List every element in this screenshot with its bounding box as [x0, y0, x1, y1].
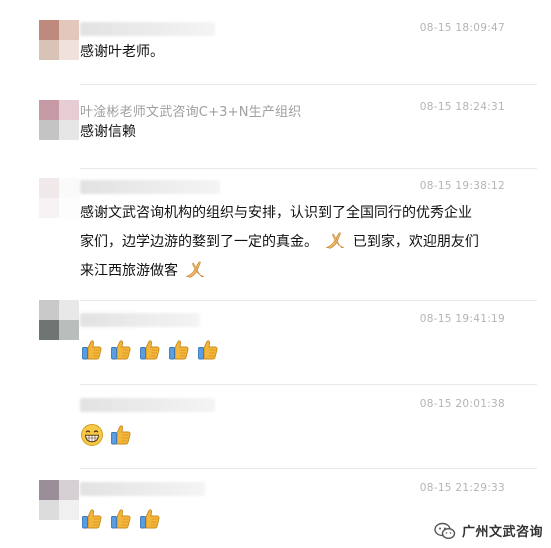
avatar-pixel: [59, 198, 79, 218]
comment-time: 08-15 18:09:47: [419, 22, 505, 34]
avatar-pixel: [59, 500, 79, 520]
avatar-pixel: [59, 40, 79, 60]
comment-time: 08-15 21:29:33: [419, 482, 505, 494]
comment-text-segment: 家们，边学边游的婺到了一定的真金。: [80, 234, 318, 250]
divider: [80, 300, 537, 301]
thumbs-up-emoji-icon: [138, 507, 162, 531]
thumbs-up-emoji-icon: [167, 338, 191, 362]
pray-emoji-icon: [324, 229, 346, 251]
watermark: 广州文武咨询: [434, 521, 543, 540]
avatar[interactable]: [39, 178, 79, 218]
avatar-pixel: [39, 120, 59, 140]
blurred-nickname: [80, 482, 205, 496]
comment-text-line: 感谢文武咨询机构的组织与安排，认识到了全国同行的优秀企业: [80, 205, 472, 221]
avatar-pixel: [59, 320, 79, 340]
avatar-pixel: [39, 20, 59, 40]
divider: [80, 468, 537, 469]
avatar-pixel: [59, 480, 79, 500]
avatar[interactable]: [39, 300, 79, 340]
comment-text: 感谢叶老师。: [80, 44, 164, 60]
avatar[interactable]: [39, 480, 79, 520]
blurred-nickname: [80, 180, 220, 194]
thumbs-up-emoji-icon: [109, 338, 133, 362]
thumbs-up-emoji-icon: [196, 338, 220, 362]
comment-text-segment: 已到家，欢迎朋友们: [352, 234, 479, 250]
watermark-text: 广州文武咨询: [461, 525, 543, 540]
divider: [80, 84, 537, 85]
emoji-row: [80, 423, 133, 447]
comment-text: 感谢信赖: [80, 124, 136, 140]
avatar[interactable]: [39, 100, 79, 140]
avatar[interactable]: [39, 20, 79, 60]
avatar-pixel: [59, 120, 79, 140]
avatar-pixel: [39, 198, 59, 218]
avatar-pixel: [59, 20, 79, 40]
thumbs-up-emoji-icon: [80, 338, 104, 362]
thumbs-up-emoji-icon: [80, 507, 104, 531]
comment-time: 08-15 20:01:38: [419, 398, 505, 410]
comment-text-line: 家们，边学边游的婺到了一定的真金。 已到家，欢迎朋友们: [80, 228, 500, 257]
emoji-row: [80, 338, 220, 362]
avatar-pixel: [39, 300, 59, 320]
wechat-icon: [434, 522, 456, 539]
avatar-pixel: [59, 300, 79, 320]
blurred-nickname: [80, 22, 215, 36]
comment-text: 感谢文武咨询机构的组织与安排，认识到了全国同行的优秀企业 家们，边学边游的婺到了…: [80, 199, 500, 286]
thumbs-up-emoji-icon: [109, 423, 133, 447]
comment-time: 08-15 18:24:31: [419, 101, 505, 113]
blurred-nickname: [80, 398, 215, 412]
divider: [80, 168, 537, 169]
avatar-pixel: [39, 40, 59, 60]
avatar-pixel: [39, 178, 59, 198]
blurred-nickname: [80, 313, 200, 327]
avatar-pixel: [39, 500, 59, 520]
avatar-pixel: [39, 480, 59, 500]
avatar-pixel: [39, 100, 59, 120]
comment-time: 08-15 19:38:12: [419, 180, 505, 192]
grin-emoji-icon: [80, 423, 104, 447]
pray-emoji-icon: [184, 258, 206, 280]
divider: [80, 384, 537, 385]
avatar-pixel: [59, 178, 79, 198]
thumbs-up-emoji-icon: [109, 507, 133, 531]
comment-time: 08-15 19:41:19: [419, 313, 505, 325]
avatar-pixel: [59, 100, 79, 120]
thumbs-up-emoji-icon: [138, 338, 162, 362]
comment-text-line: 来江西旅游做客: [80, 257, 500, 286]
avatar-pixel: [39, 320, 59, 340]
comment-text-segment: 来江西旅游做客: [80, 263, 178, 279]
emoji-row: [80, 507, 162, 531]
